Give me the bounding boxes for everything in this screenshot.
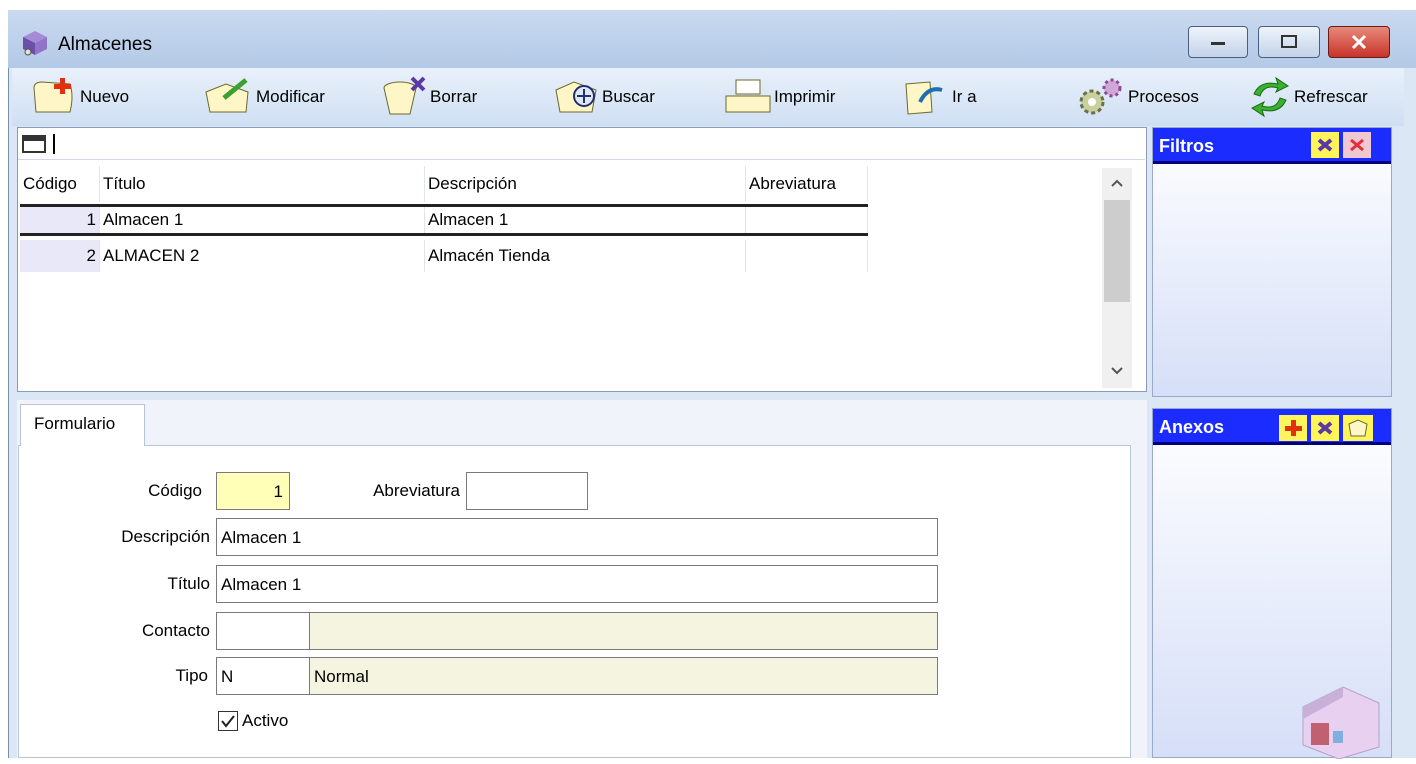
filters-panel: Filtros [1152, 127, 1392, 397]
edit-attachment-icon[interactable] [1343, 415, 1373, 441]
descripcion-label: Descripción [121, 527, 210, 546]
scroll-down-icon[interactable] [1102, 356, 1132, 386]
codigo-label: Código [148, 481, 202, 500]
abreviatura-label: Abreviatura [373, 481, 460, 500]
delete-button[interactable]: Borrar [380, 74, 477, 120]
grid-vertical-scrollbar[interactable] [1102, 168, 1132, 388]
print-button[interactable]: Imprimir [724, 74, 835, 120]
contacto-description-field [309, 612, 938, 650]
table-row[interactable]: 2 ALMACEN 2 Almacén Tienda [20, 240, 868, 272]
tab-formulario[interactable]: Formulario [20, 404, 145, 446]
processes-label: Procesos [1128, 87, 1199, 106]
warehouse-watermark-icon [1293, 667, 1385, 764]
codigo-field[interactable]: 1 [216, 472, 290, 510]
column-header-titulo[interactable]: Título [100, 166, 425, 202]
scroll-up-icon[interactable] [1102, 168, 1132, 198]
grid-layout-icon[interactable] [22, 134, 48, 159]
table-row[interactable]: 1 Almacen 1 Almacen 1 [20, 204, 868, 236]
filters-title: Filtros [1159, 136, 1215, 156]
clear-filter-icon[interactable] [1311, 132, 1339, 158]
search-label: Buscar [602, 87, 655, 106]
warehouse-app-icon [20, 28, 50, 63]
grid-search-caret[interactable] [53, 134, 55, 154]
new-label: Nuevo [80, 87, 130, 106]
column-header-abreviatura[interactable]: Abreviatura [746, 166, 868, 202]
grid-toolbar [18, 128, 1145, 160]
contacto-label: Contacto [141, 621, 210, 640]
scroll-thumb[interactable] [1104, 200, 1130, 302]
add-attachment-icon[interactable] [1279, 415, 1307, 441]
new-button[interactable]: Nuevo [30, 74, 129, 120]
cell-codigo: 2 [20, 240, 100, 272]
delete-attachment-icon[interactable] [1311, 415, 1339, 441]
delete-icon [383, 76, 426, 115]
printer-icon [725, 79, 771, 113]
descripcion-field[interactable]: Almacen 1 [216, 518, 938, 556]
cell-descripcion: Almacén Tienda [425, 240, 746, 272]
goto-button[interactable]: Ir a [902, 74, 977, 120]
search-button[interactable]: Buscar [552, 74, 655, 120]
titulo-label: Título [167, 574, 210, 593]
modify-button[interactable]: Modificar [202, 74, 325, 120]
processes-button[interactable]: Procesos [1074, 74, 1199, 120]
maximize-button[interactable] [1258, 26, 1320, 58]
activo-checkbox[interactable] [218, 711, 238, 731]
attachments-title: Anexos [1159, 417, 1225, 437]
new-icon [33, 78, 73, 113]
goto-label: Ir a [952, 87, 977, 106]
attachments-panel: Anexos [1152, 408, 1392, 760]
column-header-descripcion[interactable]: Descripción [425, 166, 746, 202]
refresh-label: Refrescar [1294, 87, 1368, 106]
gears-icon [1079, 78, 1122, 115]
modify-icon [205, 78, 249, 113]
cell-descripcion: Almacen 1 [425, 207, 746, 233]
goto-icon [905, 81, 943, 115]
print-label: Imprimir [774, 87, 836, 106]
cell-abreviatura [746, 207, 868, 233]
titulo-field[interactable]: Almacen 1 [216, 565, 938, 603]
contacto-code-field[interactable] [216, 612, 310, 650]
cell-titulo: ALMACEN 2 [100, 240, 425, 272]
tipo-code-field[interactable]: N [216, 657, 310, 695]
minimize-button[interactable] [1188, 26, 1248, 58]
search-icon [555, 81, 597, 113]
refresh-button[interactable]: Refrescar [1248, 74, 1368, 120]
cell-abreviatura [746, 240, 868, 272]
tipo-description-field: Normal [309, 657, 938, 695]
modify-label: Modificar [256, 87, 325, 106]
tipo-label: Tipo [175, 666, 208, 685]
column-header-codigo[interactable]: Código [20, 166, 100, 202]
abreviatura-field[interactable] [466, 472, 588, 510]
window-title: Almacenes [58, 34, 152, 55]
cell-titulo: Almacen 1 [100, 207, 425, 233]
close-filter-icon[interactable] [1343, 132, 1371, 158]
cell-codigo: 1 [20, 207, 100, 233]
refresh-icon [1251, 76, 1289, 118]
activo-label: Activo [242, 711, 289, 730]
delete-label: Borrar [430, 87, 478, 106]
close-button[interactable] [1328, 26, 1390, 58]
